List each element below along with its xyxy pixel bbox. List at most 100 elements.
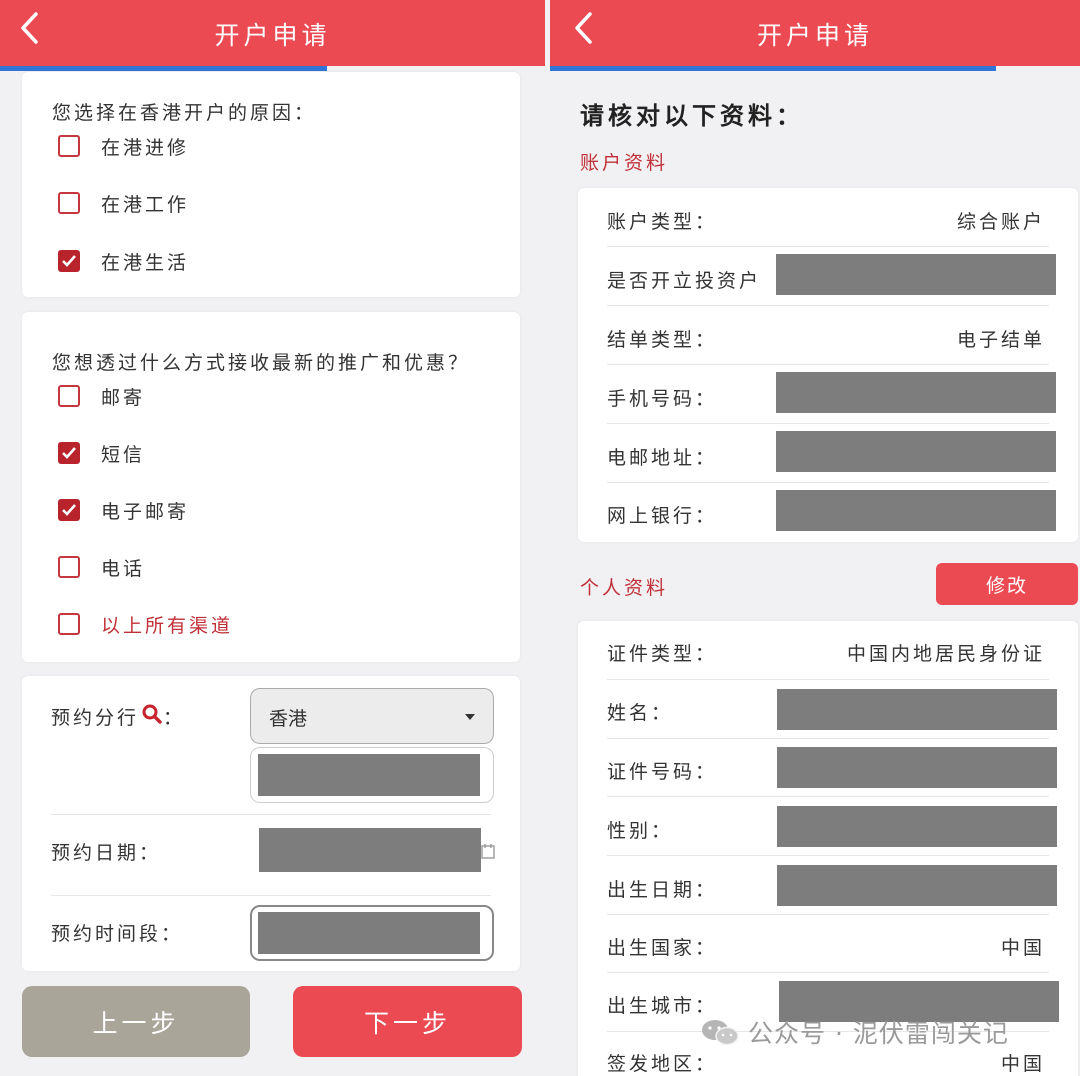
divider — [607, 679, 1049, 680]
redacted-value — [777, 689, 1057, 730]
divider — [51, 814, 491, 815]
date-label: 预约日期： — [51, 842, 162, 864]
row-label: 证件类型： — [607, 643, 718, 665]
row-label: 签发地区： — [607, 1053, 718, 1075]
checkbox-checked[interactable] — [58, 442, 80, 464]
branch-detail-field[interactable] — [250, 747, 494, 803]
reason-option[interactable]: 在港工作 — [58, 190, 189, 216]
account-card: 账户类型： 综合账户 是否开立投资户 结单类型： 电子结单 手机号码： 电邮地址… — [578, 188, 1078, 542]
check-icon — [62, 447, 76, 459]
watermark-text: 公众号 · 泥伏雷闯关记 — [748, 1019, 1009, 1048]
prev-button[interactable]: 上一步 — [22, 986, 250, 1057]
checkbox-checked[interactable] — [58, 250, 80, 272]
divider — [607, 972, 1049, 973]
redacted-value — [258, 912, 480, 954]
promo-question: 您想透过什么方式接收最新的推广和优惠？ — [52, 352, 471, 374]
search-icon[interactable] — [141, 703, 163, 730]
date-field-redacted[interactable] — [259, 828, 481, 872]
time-select[interactable] — [250, 905, 494, 961]
application-form-panel: 开户申请 您选择在香港开户的原因： 在港进修 在港工作 在港生活 您想透过什么方… — [0, 0, 545, 1076]
redacted-value — [776, 372, 1056, 413]
checkbox[interactable] — [58, 613, 80, 635]
row-value: 中国 — [1000, 937, 1045, 959]
row-label: 结单类型： — [607, 329, 718, 351]
branch-label: 预约分行 — [51, 707, 140, 729]
redacted-value — [258, 754, 480, 796]
checkbox[interactable] — [58, 556, 80, 578]
row-label: 姓名： — [607, 702, 674, 724]
calendar-icon[interactable] — [481, 843, 495, 859]
row-label: 网上银行： — [607, 505, 718, 527]
option-label: 邮寄 — [101, 386, 146, 409]
option-label: 以上所有渠道 — [101, 614, 234, 637]
redacted-value — [777, 747, 1057, 788]
progress-bar — [0, 66, 327, 71]
option-label: 电子邮寄 — [101, 500, 190, 523]
redacted-value — [776, 254, 1056, 295]
divider — [607, 796, 1049, 797]
page-title: 开户申请 — [756, 21, 873, 50]
progress-bar — [550, 66, 996, 71]
branch-colon: ： — [163, 707, 186, 729]
row-value: 中国内地居民身份证 — [846, 643, 1045, 665]
reason-option[interactable]: 在港进修 — [58, 133, 189, 159]
divider — [607, 364, 1049, 365]
redacted-value — [777, 806, 1057, 847]
verify-panel: 开户申请 请核对以下资料： 账户资料 账户类型： 综合账户 是否开立投资户 结单… — [550, 0, 1080, 1076]
row-label: 出生国家： — [607, 937, 718, 959]
branch-select-value: 香港 — [269, 708, 308, 730]
divider — [607, 482, 1049, 483]
branch-label-row: 预约分行 ： — [51, 703, 185, 730]
checkbox[interactable] — [58, 385, 80, 407]
branch-select[interactable]: 香港 — [250, 688, 494, 744]
row-label: 是否开立投资户 — [607, 270, 762, 292]
row-label: 性别： — [607, 820, 674, 842]
checkbox[interactable] — [58, 135, 80, 157]
promo-option[interactable]: 电子邮寄 — [58, 497, 189, 523]
app-header: 开户申请 — [550, 0, 1080, 66]
row-label: 出生日期： — [607, 879, 718, 901]
divider — [607, 423, 1049, 424]
divider — [607, 246, 1049, 247]
reason-option[interactable]: 在港生活 — [58, 248, 189, 274]
watermark: 公众号 · 泥伏雷闯关记 — [700, 1014, 1009, 1050]
row-label: 手机号码： — [607, 388, 718, 410]
promo-card: 您想透过什么方式接收最新的推广和优惠？ 邮寄 短信 电子邮寄 电话 以上所有渠道 — [22, 312, 520, 662]
option-label: 在港进修 — [101, 136, 190, 159]
divider — [607, 914, 1049, 915]
row-label: 账户类型： — [607, 211, 718, 233]
promo-option[interactable]: 短信 — [58, 440, 145, 466]
promo-option[interactable]: 电话 — [58, 554, 145, 580]
option-label: 电话 — [101, 557, 146, 580]
appointment-card: 预约分行 ： 香港 预约日期： 预约时间段： — [22, 676, 520, 971]
divider — [607, 305, 1049, 306]
row-value: 中国 — [1000, 1053, 1045, 1075]
redacted-value — [776, 490, 1056, 531]
app-header: 开户申请 — [0, 0, 545, 66]
account-section-title: 账户资料 — [580, 152, 669, 174]
redacted-value — [777, 865, 1057, 906]
next-button[interactable]: 下一步 — [293, 986, 522, 1057]
reason-card: 您选择在香港开户的原因： 在港进修 在港工作 在港生活 — [22, 72, 520, 297]
checkbox-checked[interactable] — [58, 499, 80, 521]
check-icon — [62, 504, 76, 516]
chevron-down-icon — [465, 714, 475, 720]
page-title: 开户申请 — [214, 21, 331, 50]
promo-option[interactable]: 邮寄 — [58, 383, 145, 409]
row-value: 电子结单 — [956, 329, 1045, 351]
row-value: 综合账户 — [956, 211, 1045, 233]
redacted-value — [776, 431, 1056, 472]
time-label: 预约时间段： — [51, 923, 184, 945]
divider — [51, 895, 491, 896]
check-icon — [62, 255, 76, 267]
personal-section-title: 个人资料 — [580, 577, 669, 599]
personal-card: 证件类型： 中国内地居民身份证 姓名： 证件号码： 性别： 出生日期： 出生国家… — [578, 621, 1078, 1076]
option-label: 在港生活 — [101, 251, 190, 274]
divider — [607, 738, 1049, 739]
divider — [607, 855, 1049, 856]
option-label: 短信 — [101, 443, 146, 466]
promo-option[interactable]: 以上所有渠道 — [58, 611, 233, 637]
edit-button[interactable]: 修改 — [936, 563, 1078, 605]
checkbox[interactable] — [58, 192, 80, 214]
wechat-icon — [702, 1020, 739, 1046]
